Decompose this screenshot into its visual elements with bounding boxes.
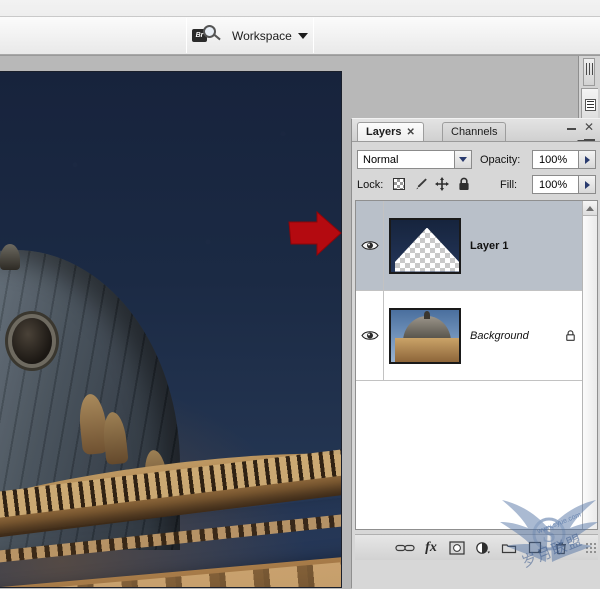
thumbnail-spire <box>424 310 430 319</box>
dock-grip-bars <box>586 63 594 75</box>
resize-grip-icon[interactable] <box>585 542 597 554</box>
toolbar-separator-right <box>313 18 314 53</box>
eye-icon[interactable] <box>360 329 379 342</box>
layers-panel-body: Normal Opacity: 100% Lock: Fill: 100% La… <box>352 141 600 589</box>
table-row[interactable]: Background <box>356 291 583 381</box>
blend-mode-value: Normal <box>363 153 399 166</box>
layers-panel-footer: fx <box>355 534 598 560</box>
folder-icon[interactable] <box>497 537 521 559</box>
layer-thumbnail-cell[interactable] <box>384 217 466 274</box>
bridge-search-icon[interactable]: Br <box>192 24 222 48</box>
fx-icon[interactable]: fx <box>419 537 443 559</box>
fill-value: 100% <box>539 178 568 191</box>
opacity-input[interactable]: 100% <box>532 150 596 169</box>
new-page-icon[interactable] <box>523 537 547 559</box>
dock-grip-icon[interactable] <box>583 58 595 86</box>
layer-name-label[interactable]: Background <box>466 330 557 342</box>
fill-label: Fill: <box>500 179 518 191</box>
brush-icon[interactable] <box>413 176 429 192</box>
fill-input[interactable]: 100% <box>532 175 596 194</box>
blend-and-opacity-row: Normal Opacity: 100% <box>352 148 600 172</box>
tab-layers[interactable]: Layers ✕ <box>357 122 424 141</box>
red-arrow-right-icon <box>288 210 342 257</box>
layer-name-label[interactable]: Layer 1 <box>466 240 557 252</box>
lock-label: Lock: <box>357 179 384 191</box>
layer-1-thumbnail <box>389 217 461 274</box>
chevron-up-icon[interactable] <box>583 201 597 216</box>
tab-layers-label: Layers <box>366 126 402 138</box>
lock-and-fill-row: Lock: Fill: 100% <box>352 173 600 197</box>
layers-panel: Layers ✕ Channels ✕ Normal Opacity: 100% <box>351 118 600 589</box>
blend-mode-select[interactable]: Normal <box>357 150 472 169</box>
tab-channels[interactable]: Channels <box>442 122 507 141</box>
chevron-right-icon[interactable] <box>578 176 595 193</box>
padlock-icon[interactable] <box>456 176 472 192</box>
history-panel-glyph <box>585 99 596 111</box>
trash-icon[interactable] <box>549 537 573 559</box>
layer-list-scrollbar[interactable] <box>582 201 597 529</box>
eye-icon[interactable] <box>360 239 379 252</box>
opacity-value: 100% <box>539 153 568 166</box>
close-x-icon[interactable]: ✕ <box>406 127 414 138</box>
chevron-down-icon[interactable] <box>454 151 471 168</box>
checkerboard-icon[interactable] <box>391 176 407 192</box>
document-canvas[interactable] <box>0 71 342 588</box>
minimize-icon[interactable] <box>566 123 577 133</box>
history-panel-icon[interactable] <box>581 88 598 122</box>
workspace-label: Workspace <box>232 29 292 43</box>
table-row[interactable]: Layer 1 <box>356 201 583 291</box>
options-bar: Br Workspace <box>0 0 600 56</box>
layer-list[interactable]: Layer 1 Background <box>355 200 598 530</box>
padlock-icon <box>565 330 575 341</box>
dome-top-finial <box>0 244 20 270</box>
thumbnail-facade <box>395 337 459 362</box>
layer-visibility-cell[interactable] <box>356 201 384 290</box>
chevron-right-icon[interactable] <box>578 151 595 168</box>
photo-image <box>0 72 341 587</box>
background-thumbnail <box>389 307 461 364</box>
chain-link-icon[interactable] <box>393 537 417 559</box>
scrollbar-track[interactable] <box>583 216 597 529</box>
tab-channels-label: Channels <box>451 126 498 138</box>
half-filled-circle-icon[interactable] <box>471 537 495 559</box>
mask-icon[interactable] <box>445 537 469 559</box>
toolbar-separator-left <box>186 18 187 53</box>
chevron-down-icon <box>297 33 308 39</box>
workspace-button[interactable]: Workspace <box>232 27 308 45</box>
layers-panel-titlebar[interactable]: Layers ✕ Channels ✕ <box>352 119 600 141</box>
close-x-icon[interactable]: ✕ <box>583 121 595 134</box>
dome-oculus-window <box>12 318 52 364</box>
layer-thumbnail-cell[interactable] <box>384 307 466 364</box>
layer-visibility-cell[interactable] <box>356 291 384 380</box>
fx-label: fx <box>425 539 437 555</box>
opacity-label: Opacity: <box>480 154 521 166</box>
layer-lock-cell <box>557 329 583 342</box>
move-arrows-icon[interactable] <box>434 176 450 192</box>
bridge-handle-shape <box>213 33 221 41</box>
